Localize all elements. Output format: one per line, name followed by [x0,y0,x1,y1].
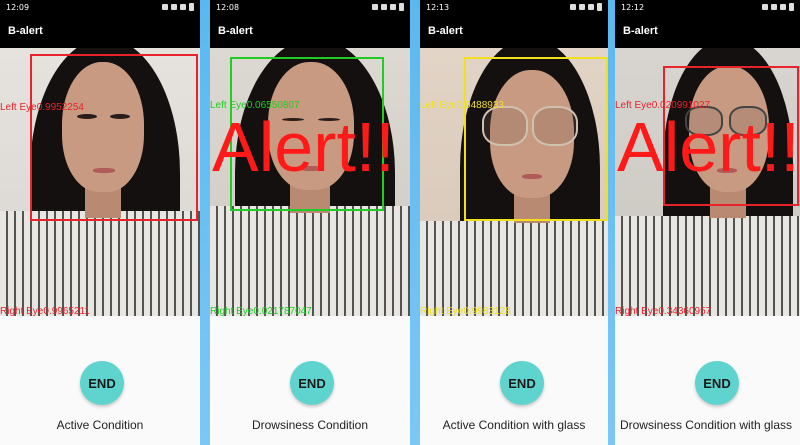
alarm-icon [762,4,768,10]
shirt-shape [210,206,410,316]
status-bar: 12:13 [420,0,608,14]
status-time: 12:09 [6,2,30,12]
end-button[interactable]: END [500,361,544,405]
app-bar: B-alert [615,14,800,48]
shirt-shape [420,221,608,316]
alarm-icon [162,4,168,10]
panel-caption: Drowsiness Condition with glass [619,418,793,432]
status-icons [570,3,602,11]
app-bar: B-alert [210,14,410,48]
camera-preview: Alert!! Left Eye0.020991027 Right Eye0.3… [615,48,800,316]
battery-icon [789,3,794,11]
wifi-icon [171,4,177,10]
app-bar: B-alert [420,14,608,48]
panel-caption: Active Condition with glass [442,418,586,432]
battery-icon [399,3,404,11]
app-bar: B-alert [0,14,200,48]
right-eye-score: Right Eye0.9983128 [420,306,511,316]
left-eye-score: Left Eye0.9488933 [420,100,504,111]
alarm-icon [570,4,576,10]
wifi-icon [579,4,585,10]
status-icons [372,3,404,11]
right-eye-score: Right Eye0.34360957 [615,306,712,316]
face-detection-box [30,54,198,221]
alert-text: Alert!! [212,108,395,186]
panel-caption: Drowsiness Condition [251,418,369,432]
end-button[interactable]: END [695,361,739,405]
end-button[interactable]: END [80,361,124,405]
signal-icon [180,4,186,10]
face-detection-box [464,57,608,221]
status-icons [162,3,194,11]
right-eye-score: Right Eye0.9965211 [0,306,90,316]
shirt-shape [0,211,200,316]
status-bar: 12:12 [615,0,800,14]
battery-icon [597,3,602,11]
left-eye-score: Left Eye0.020991027 [615,100,711,111]
shirt-shape [615,216,800,316]
status-icons [762,3,794,11]
alert-text: Alert!! [617,108,800,186]
phone-panel-2: 12:08 B-alert Alert!! Left Eye0.06550807… [210,0,410,445]
camera-preview: Alert!! Left Eye0.06550807 Right Eye0.02… [210,48,410,316]
app-title: B-alert [623,25,658,37]
end-button[interactable]: END [290,361,334,405]
app-title: B-alert [428,25,463,37]
right-eye-score: Right Eye0.021787047 [210,306,312,316]
camera-preview: Left Eye0.9488933 Right Eye0.9983128 [420,48,608,316]
phone-panel-3: 12:13 B-alert Left Eye0.9488933 Right Ey… [420,0,608,445]
signal-icon [588,4,594,10]
battery-icon [189,3,194,11]
status-time: 12:08 [216,2,240,12]
status-time: 12:12 [621,2,645,12]
phone-panel-4: 12:12 B-alert Alert!! Left Eye0.02099102… [615,0,800,445]
app-title: B-alert [218,25,253,37]
wifi-icon [381,4,387,10]
left-eye-score: Left Eye0.06550807 [210,100,300,111]
phone-panel-1: 12:09 B-alert Left Eye0.9952254 Right Ey… [0,0,200,445]
panel-caption: Active Condition [56,418,144,432]
camera-preview: Left Eye0.9952254 Right Eye0.9965211 [0,48,200,316]
signal-icon [780,4,786,10]
status-time: 12:13 [426,2,450,12]
left-eye-score: Left Eye0.9952254 [0,102,84,113]
status-bar: 12:09 [0,0,200,14]
app-title: B-alert [8,25,43,37]
status-bar: 12:08 [210,0,410,14]
wifi-icon [771,4,777,10]
alarm-icon [372,4,378,10]
signal-icon [390,4,396,10]
